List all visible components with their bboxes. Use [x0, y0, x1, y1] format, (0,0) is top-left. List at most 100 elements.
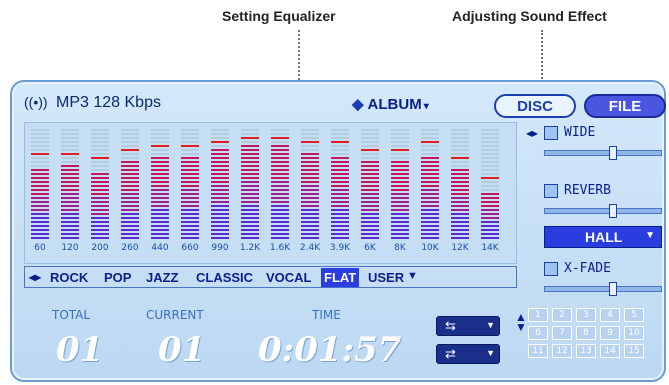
preset-pop[interactable]: POP: [101, 268, 134, 287]
eq-band-120[interactable]: [61, 127, 79, 239]
eq-band-12K[interactable]: [451, 127, 469, 239]
eq-frequency-label: 2.4K: [299, 243, 321, 253]
preset-jazz[interactable]: JAZZ: [143, 268, 182, 287]
slider-thumb[interactable]: [609, 204, 617, 218]
eq-band-200[interactable]: [91, 127, 109, 239]
shuffle-button[interactable]: ⇄ ▼: [436, 344, 500, 364]
eq-segment: [241, 213, 259, 215]
eq-segment: [121, 153, 139, 155]
callout-adjusting-sound-effect: Adjusting Sound Effect: [452, 8, 607, 24]
eq-band-8K[interactable]: [391, 127, 409, 239]
eq-band-260[interactable]: [121, 127, 139, 239]
repeat-button[interactable]: ⇆ ▼: [436, 316, 500, 336]
disc-number-button[interactable]: 12: [552, 344, 572, 358]
left-right-arrows-icon[interactable]: ◂▸: [526, 126, 538, 140]
equalizer-panel: 60 120 200 260 440 660 990 1.2K 1.6K 2.4K 3.9K 6K 8K…: [24, 122, 517, 264]
eq-segment: [451, 217, 469, 219]
wide-checkbox[interactable]: [544, 126, 558, 140]
broadcast-icon: ((•)): [24, 94, 48, 110]
eq-segment: [241, 185, 259, 187]
eq-segment: [61, 161, 79, 163]
eq-band-1.2K[interactable]: [241, 127, 259, 239]
eq-frequency-label: 440: [151, 243, 169, 253]
eq-segment: [331, 133, 349, 135]
eq-segment: [481, 145, 499, 147]
eq-band-10K[interactable]: [421, 127, 439, 239]
eq-segment: [271, 209, 289, 211]
disc-number-button[interactable]: 4: [600, 308, 620, 322]
eq-segment: [211, 205, 229, 207]
eq-frequency-label: 1.2K: [239, 243, 261, 253]
reverb-checkbox[interactable]: [544, 184, 558, 198]
preset-flat[interactable]: FLAT: [321, 268, 360, 287]
eq-segment: [61, 149, 79, 151]
eq-segment: [151, 185, 169, 187]
eq-band-2.4K[interactable]: [301, 127, 319, 239]
slider-thumb[interactable]: [609, 146, 617, 160]
disc-number-button[interactable]: 14: [600, 344, 620, 358]
left-right-arrows-icon[interactable]: ◂▸: [29, 270, 41, 284]
disc-number-button[interactable]: 1: [528, 308, 548, 322]
disc-number-button[interactable]: 11: [528, 344, 548, 358]
disc-number-button[interactable]: 3: [576, 308, 596, 322]
total-label: TOTAL: [52, 308, 91, 322]
disc-number-button[interactable]: 2: [552, 308, 572, 322]
disc-number-button[interactable]: 5: [624, 308, 644, 322]
eq-segment: [121, 189, 139, 191]
eq-band-3.9K[interactable]: [331, 127, 349, 239]
eq-segment: [151, 181, 169, 183]
eq-segment: [211, 173, 229, 175]
album-dropdown[interactable]: ◆ ALBUM ▾: [352, 95, 429, 113]
eq-segment: [451, 193, 469, 195]
eq-segment: [421, 193, 439, 195]
eq-segment: [271, 129, 289, 131]
eq-segment: [421, 153, 439, 155]
up-down-arrows-icon[interactable]: ▲ ▼: [515, 311, 527, 333]
eq-segment: [211, 225, 229, 227]
eq-segment: [391, 161, 409, 163]
disc-number-button[interactable]: 9: [600, 326, 620, 340]
chevron-down-icon[interactable]: ▼: [407, 270, 418, 282]
eq-band-60[interactable]: [31, 127, 49, 239]
eq-segment: [331, 165, 349, 167]
eq-peak-marker: [31, 153, 49, 155]
preset-classic[interactable]: CLASSIC: [193, 268, 256, 287]
eq-segment: [211, 181, 229, 183]
eq-segment: [31, 137, 49, 139]
eq-band-660[interactable]: [181, 127, 199, 239]
disc-number-button[interactable]: 13: [576, 344, 596, 358]
equalizer-bars[interactable]: [29, 127, 513, 239]
file-button[interactable]: FILE: [584, 94, 666, 118]
disc-button[interactable]: DISC: [494, 94, 576, 118]
preset-rock[interactable]: ROCK: [47, 268, 91, 287]
eq-band-6K[interactable]: [361, 127, 379, 239]
eq-band-1.6K[interactable]: [271, 127, 289, 239]
eq-segment: [61, 185, 79, 187]
preset-user[interactable]: USER: [365, 268, 407, 287]
disc-number-button[interactable]: 10: [624, 326, 644, 340]
eq-segment: [121, 165, 139, 167]
xfade-checkbox[interactable]: [544, 262, 558, 276]
reverb-mode-dropdown[interactable]: HALL ▼: [544, 226, 662, 248]
wide-slider[interactable]: [544, 146, 662, 160]
eq-segment: [31, 173, 49, 175]
eq-segment: [481, 173, 499, 175]
eq-segment: [361, 197, 379, 199]
disc-number-button[interactable]: 8: [576, 326, 596, 340]
slider-thumb[interactable]: [609, 282, 617, 296]
disc-number-button[interactable]: 7: [552, 326, 572, 340]
eq-segment: [481, 129, 499, 131]
eq-segment: [331, 177, 349, 179]
eq-segment: [331, 225, 349, 227]
disc-number-button[interactable]: 15: [624, 344, 644, 358]
eq-segment: [451, 137, 469, 139]
eq-band-990[interactable]: [211, 127, 229, 239]
eq-segment: [451, 229, 469, 231]
eq-band-440[interactable]: [151, 127, 169, 239]
preset-vocal[interactable]: VOCAL: [263, 268, 315, 287]
eq-band-14K[interactable]: [481, 127, 499, 239]
eq-segment: [121, 197, 139, 199]
xfade-slider[interactable]: [544, 282, 662, 296]
reverb-slider[interactable]: [544, 204, 662, 218]
disc-number-button[interactable]: 6: [528, 326, 548, 340]
